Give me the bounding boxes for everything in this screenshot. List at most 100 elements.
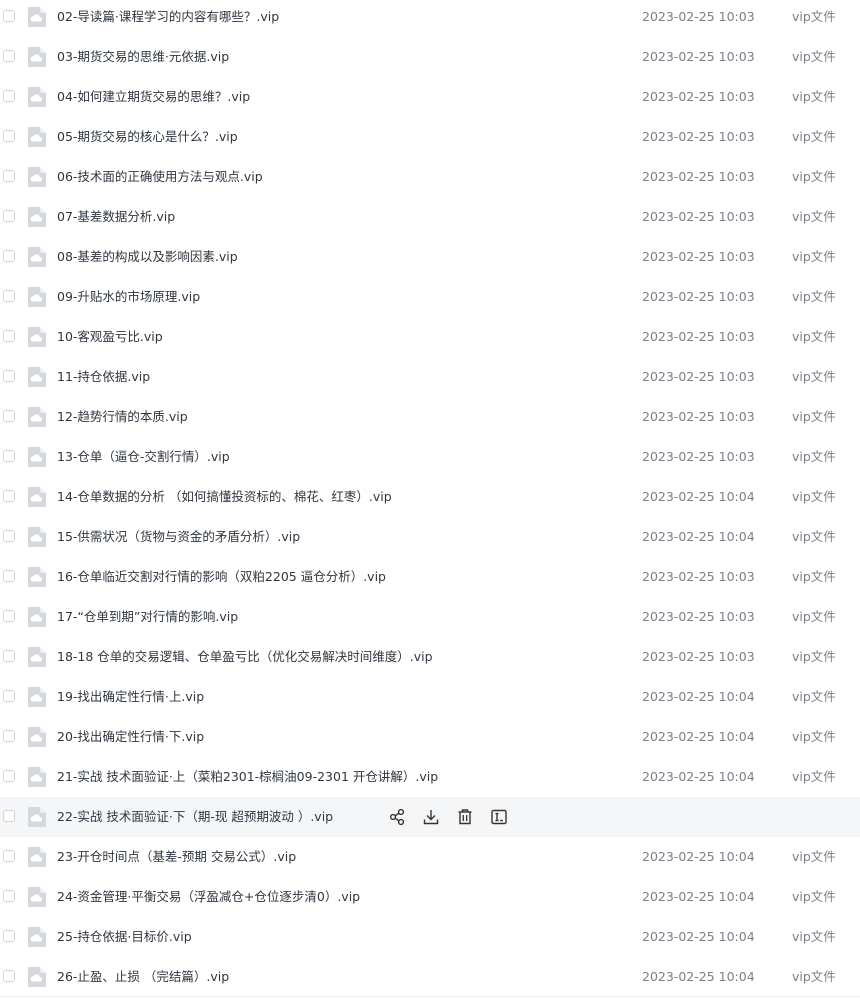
row-checkbox[interactable] — [3, 490, 15, 502]
download-button[interactable] — [421, 807, 441, 827]
file-type: vip文件 — [792, 289, 836, 304]
file-name[interactable]: 09-升贴水的市场原理.vip — [57, 277, 200, 317]
file-row[interactable]: 24-资金管理·平衡交易（浮盈减仓+仓位逐步清0）.vip 2023-02-25… — [0, 877, 860, 917]
file-row[interactable]: 21-实战 技术面验证·上（菜粕2301-棕榈油09-2301 开仓讲解）.vi… — [0, 757, 860, 797]
file-name[interactable]: 11-持仓依据.vip — [57, 357, 150, 397]
file-row[interactable]: 09-升贴水的市场原理.vip 2023-02-25 10:03 vip文件 — [0, 277, 860, 317]
row-checkbox[interactable] — [3, 930, 15, 942]
file-row[interactable]: 19-找出确定性行情·上.vip 2023-02-25 10:04 vip文件 — [0, 677, 860, 717]
file-row[interactable]: 04-如何建立期货交易的思维？.vip 2023-02-25 10:03 vip… — [0, 77, 860, 117]
file-row[interactable]: 20-找出确定性行情·下.vip 2023-02-25 10:04 vip文件 — [0, 717, 860, 757]
file-name[interactable]: 04-如何建立期货交易的思维？.vip — [57, 77, 250, 117]
file-row[interactable]: 02-导读篇·课程学习的内容有哪些？.vip 2023-02-25 10:03 … — [0, 0, 860, 37]
file-row[interactable]: 06-技术面的正确使用方法与观点.vip 2023-02-25 10:03 vi… — [0, 157, 860, 197]
file-name[interactable]: 17-“仓单到期”对行情的影响.vip — [57, 597, 238, 637]
file-row[interactable]: 13-仓单（逼仓-交割行情）.vip 2023-02-25 10:03 vip文… — [0, 437, 860, 477]
file-modified-date: 2023-02-25 10:03 — [642, 89, 755, 104]
file-row[interactable]: 12-趋势行情的本质.vip 2023-02-25 10:03 vip文件 — [0, 397, 860, 437]
file-row[interactable]: 26-止盈、止损 （完结篇）.vip 2023-02-25 10:04 vip文… — [0, 957, 860, 997]
row-checkbox[interactable] — [3, 890, 15, 902]
file-name[interactable]: 20-找出确定性行情·下.vip — [57, 717, 204, 757]
file-row[interactable]: 05-期货交易的核心是什么？.vip 2023-02-25 10:03 vip文… — [0, 117, 860, 157]
file-name[interactable]: 18-18 仓单的交易逻辑、仓单盈亏比（优化交易解决时间维度）.vip — [57, 637, 433, 677]
file-modified-date: 2023-02-25 10:03 — [642, 129, 755, 144]
row-checkbox[interactable] — [3, 730, 15, 742]
delete-button[interactable] — [455, 807, 475, 827]
file-row[interactable]: 25-持仓依据·目标价.vip 2023-02-25 10:04 vip文件 — [0, 917, 860, 957]
rename-button[interactable] — [489, 807, 509, 827]
file-row[interactable]: 23-开仓时间点（基差-预期 交易公式）.vip 2023-02-25 10:0… — [0, 837, 860, 877]
file-type: vip文件 — [792, 489, 836, 504]
file-row[interactable]: 07-基差数据分析.vip 2023-02-25 10:03 vip文件 — [0, 197, 860, 237]
row-checkbox[interactable] — [3, 330, 15, 342]
file-name[interactable]: 12-趋势行情的本质.vip — [57, 397, 188, 437]
file-row[interactable]: 03-期货交易的思维·元依据.vip 2023-02-25 10:03 vip文… — [0, 37, 860, 77]
file-modified-date: 2023-02-25 10:03 — [642, 409, 755, 424]
file-name[interactable]: 06-技术面的正确使用方法与观点.vip — [57, 157, 263, 197]
file-row[interactable]: 16-仓单临近交割对行情的影响（双粕2205 逼仓分析）.vip 2023-02… — [0, 557, 860, 597]
file-name[interactable]: 24-资金管理·平衡交易（浮盈减仓+仓位逐步清0）.vip — [57, 877, 360, 917]
file-modified-date: 2023-02-25 10:03 — [642, 289, 755, 304]
row-checkbox[interactable] — [3, 810, 15, 822]
file-name[interactable]: 02-导读篇·课程学习的内容有哪些？.vip — [57, 0, 279, 37]
row-checkbox[interactable] — [3, 10, 15, 22]
file-type: vip文件 — [792, 329, 836, 344]
row-checkbox[interactable] — [3, 450, 15, 462]
file-icon — [28, 127, 46, 147]
file-row[interactable]: 10-客观盈亏比.vip 2023-02-25 10:03 vip文件 — [0, 317, 860, 357]
file-row[interactable]: 22-实战 技术面验证·下（期-现 超预期波动 ）.vip — [0, 797, 860, 837]
file-name[interactable]: 21-实战 技术面验证·上（菜粕2301-棕榈油09-2301 开仓讲解）.vi… — [57, 757, 438, 797]
row-checkbox[interactable] — [3, 570, 15, 582]
row-checkbox[interactable] — [3, 250, 15, 262]
share-button[interactable] — [387, 807, 407, 827]
file-name[interactable]: 23-开仓时间点（基差-预期 交易公式）.vip — [57, 837, 296, 877]
file-name[interactable]: 15-供需状况（货物与资金的矛盾分析）.vip — [57, 517, 300, 557]
row-checkbox[interactable] — [3, 170, 15, 182]
file-row[interactable]: 11-持仓依据.vip 2023-02-25 10:03 vip文件 — [0, 357, 860, 397]
file-type: vip文件 — [792, 169, 836, 184]
file-name[interactable]: 08-基差的构成以及影响因素.vip — [57, 237, 238, 277]
file-name[interactable]: 19-找出确定性行情·上.vip — [57, 677, 204, 717]
row-checkbox[interactable] — [3, 970, 15, 982]
file-name[interactable]: 25-持仓依据·目标价.vip — [57, 917, 192, 957]
file-name[interactable]: 07-基差数据分析.vip — [57, 197, 175, 237]
file-name[interactable]: 16-仓单临近交割对行情的影响（双粕2205 逼仓分析）.vip — [57, 557, 386, 597]
file-name[interactable]: 26-止盈、止损 （完结篇）.vip — [57, 957, 229, 997]
file-row[interactable]: 18-18 仓单的交易逻辑、仓单盈亏比（优化交易解决时间维度）.vip 2023… — [0, 637, 860, 677]
file-row[interactable]: 08-基差的构成以及影响因素.vip 2023-02-25 10:03 vip文… — [0, 237, 860, 277]
row-checkbox[interactable] — [3, 770, 15, 782]
file-row[interactable]: 14-仓单数据的分析 （如何搞懂投资标的、棉花、红枣）.vip 2023-02-… — [0, 477, 860, 517]
row-checkbox[interactable] — [3, 410, 15, 422]
file-modified-date: 2023-02-25 10:03 — [642, 449, 755, 464]
file-type: vip文件 — [792, 969, 836, 984]
row-checkbox[interactable] — [3, 650, 15, 662]
row-checkbox[interactable] — [3, 610, 15, 622]
file-name[interactable]: 03-期货交易的思维·元依据.vip — [57, 37, 229, 77]
row-checkbox[interactable] — [3, 210, 15, 222]
file-icon — [28, 647, 46, 667]
row-checkbox[interactable] — [3, 290, 15, 302]
file-row[interactable]: 15-供需状况（货物与资金的矛盾分析）.vip 2023-02-25 10:04… — [0, 517, 860, 557]
row-checkbox[interactable] — [3, 530, 15, 542]
file-name[interactable]: 13-仓单（逼仓-交割行情）.vip — [57, 437, 230, 477]
row-checkbox[interactable] — [3, 690, 15, 702]
file-name[interactable]: 14-仓单数据的分析 （如何搞懂投资标的、棉花、红枣）.vip — [57, 477, 392, 517]
file-name[interactable]: 10-客观盈亏比.vip — [57, 317, 163, 357]
file-name[interactable]: 22-实战 技术面验证·下（期-现 超预期波动 ）.vip — [57, 797, 333, 837]
file-name[interactable]: 05-期货交易的核心是什么？.vip — [57, 117, 238, 157]
share-icon — [389, 808, 405, 826]
row-checkbox[interactable] — [3, 50, 15, 62]
file-modified-date: 2023-02-25 10:04 — [642, 849, 755, 864]
file-icon — [28, 527, 46, 547]
file-type: vip文件 — [792, 9, 836, 24]
file-modified-date: 2023-02-25 10:03 — [642, 9, 755, 24]
row-checkbox[interactable] — [3, 90, 15, 102]
row-checkbox[interactable] — [3, 850, 15, 862]
file-row[interactable]: 17-“仓单到期”对行情的影响.vip 2023-02-25 10:03 vip… — [0, 597, 860, 637]
row-checkbox[interactable] — [3, 370, 15, 382]
row-checkbox[interactable] — [3, 130, 15, 142]
file-type: vip文件 — [792, 89, 836, 104]
file-modified-date: 2023-02-25 10:04 — [642, 489, 755, 504]
file-modified-date: 2023-02-25 10:04 — [642, 889, 755, 904]
file-type: vip文件 — [792, 369, 836, 384]
